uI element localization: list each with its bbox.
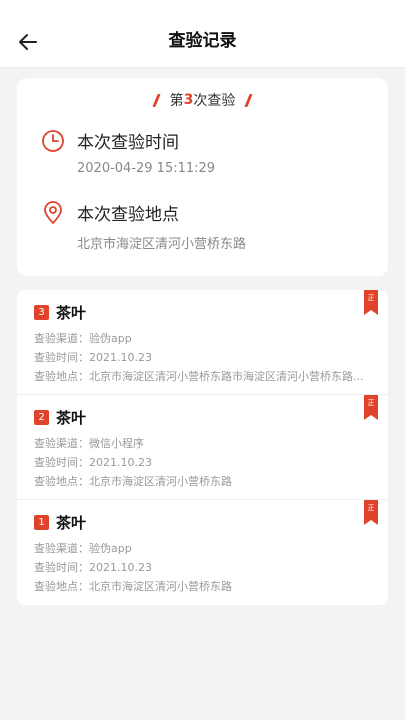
- back-button[interactable]: [14, 28, 42, 56]
- inspection-records-list: 正 3 茶叶 查验渠道：验伪app 查验时间：2021.10.23 查验地点：北…: [17, 290, 388, 605]
- record-index-badge: 3: [34, 305, 49, 320]
- list-item[interactable]: 正 1 茶叶 查验渠道：验伪app 查验时间：2021.10.23 查验地点：北…: [17, 500, 388, 605]
- record-product-name: 茶叶: [56, 304, 87, 322]
- slash-decoration-right: [244, 93, 254, 107]
- record-product-name: 茶叶: [56, 409, 87, 427]
- list-item[interactable]: 正 2 茶叶 查验渠道：微信小程序 查验时间：2021.10.23 查验地点：北…: [17, 395, 388, 500]
- inspection-place-value: 北京市海淀区清河小营桥东路: [77, 237, 247, 252]
- record-place: 查验地点：北京市海淀区清河小营桥东路: [34, 475, 232, 488]
- arrow-left-icon: [19, 34, 37, 50]
- inspection-count: 第 3 次查验: [17, 90, 388, 110]
- genuine-ribbon: 正: [364, 500, 378, 525]
- top-bar: 查验记录: [0, 0, 405, 68]
- genuine-ribbon: 正: [364, 395, 378, 420]
- location-pin-icon: [44, 200, 62, 224]
- genuine-ribbon: 正: [364, 290, 378, 315]
- record-place: 查验地点：北京市海淀区清河小营桥东路: [34, 580, 232, 593]
- record-index-badge: 1: [34, 515, 49, 530]
- inspection-time-block: 本次查验时间 2020-04-29 15:11:29: [41, 128, 215, 176]
- record-channel: 查验渠道：验伪app: [34, 542, 132, 555]
- record-place: 查验地点：北京市海淀区清河小营桥东路市海淀区清河小营桥东路...: [34, 370, 364, 383]
- record-time: 查验时间：2021.10.23: [34, 561, 152, 574]
- slash-decoration-left: [151, 93, 161, 107]
- count-prefix: 第: [169, 93, 184, 109]
- inspection-time-label: 本次查验时间: [77, 133, 179, 153]
- record-time: 查验时间：2021.10.23: [34, 456, 152, 469]
- count-number: 3: [183, 92, 194, 108]
- clock-icon: [42, 129, 64, 152]
- page-title: 查验记录: [168, 31, 237, 51]
- record-channel: 查验渠道：微信小程序: [34, 437, 144, 450]
- count-suffix: 次查验: [193, 93, 236, 109]
- inspection-place-block: 本次查验地点 北京市海淀区清河小营桥东路: [41, 200, 246, 252]
- record-index-badge: 2: [34, 410, 49, 425]
- inspection-summary-card: 第 3 次查验 本次查验时间 2020-04-29 15:11:29 本次查验地…: [17, 78, 388, 276]
- record-channel: 查验渠道：验伪app: [34, 332, 132, 345]
- list-item[interactable]: 正 3 茶叶 查验渠道：验伪app 查验时间：2021.10.23 查验地点：北…: [17, 290, 388, 395]
- record-product-name: 茶叶: [56, 514, 87, 532]
- inspection-time-value: 2020-04-29 15:11:29: [77, 161, 216, 176]
- record-time: 查验时间：2021.10.23: [34, 351, 152, 364]
- inspection-place-label: 本次查验地点: [77, 205, 179, 225]
